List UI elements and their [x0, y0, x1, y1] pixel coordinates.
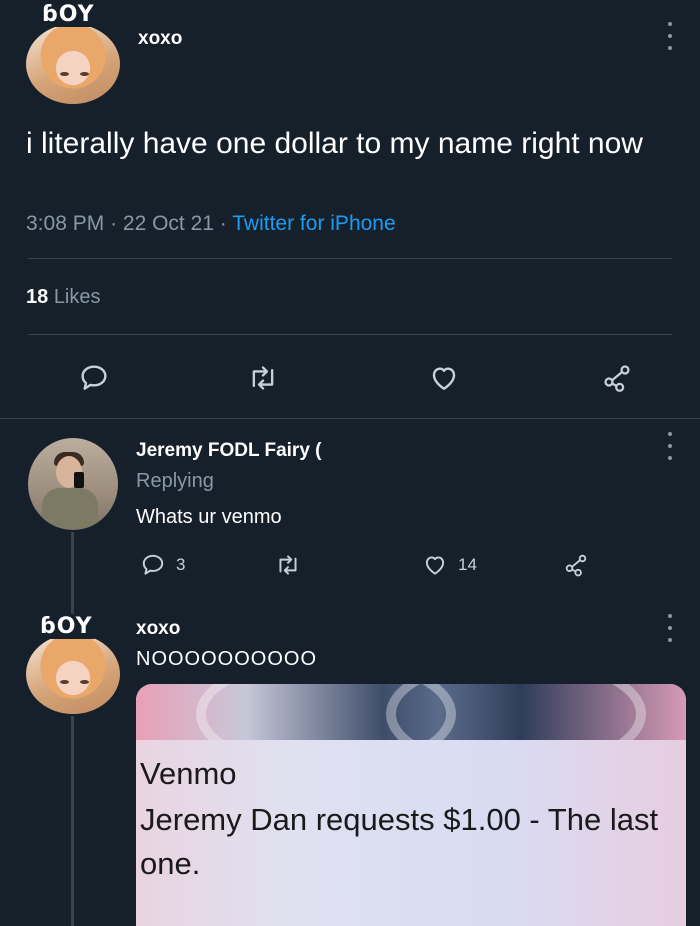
attached-image[interactable]: Venmo Jeremy Dan requests $1.00 - The la… [136, 684, 686, 926]
avatar-eye [80, 680, 89, 684]
like-icon [425, 556, 445, 575]
avatar-badge: ɓOY [34, 614, 99, 639]
reply-icon [142, 554, 164, 575]
notification-text: Jeremy Dan requests $1.00 - The last one… [140, 802, 659, 881]
separator: · [110, 212, 123, 235]
retweet-icon [252, 366, 274, 390]
tweet-date: 22 Oct 21 [122, 212, 214, 235]
avatar-eye [60, 72, 69, 76]
reply-text: Whats ur venmo [136, 506, 282, 528]
more-icon[interactable] [667, 432, 673, 460]
reply-icon [81, 365, 107, 390]
more-icon[interactable] [667, 22, 673, 50]
reply2-text: NOOOOOOOOOO [136, 648, 318, 670]
retweet-button[interactable] [274, 552, 302, 578]
tweet-source-link[interactable]: Twitter for iPhone [232, 212, 395, 235]
like-icon [432, 367, 456, 390]
reply-count: 3 [176, 555, 186, 574]
share-icon [565, 554, 587, 577]
avatar-body [42, 488, 98, 528]
divider [28, 334, 672, 335]
author-name[interactable]: xoxo [138, 28, 182, 50]
reply2-author-name[interactable]: xoxo [136, 618, 180, 640]
divider [28, 258, 672, 259]
avatar-badge: ɓOY [36, 2, 101, 27]
thread-line [71, 716, 74, 926]
likes-label: Likes [53, 286, 101, 308]
image-banner [136, 684, 686, 774]
share-icon [604, 365, 630, 392]
reply2-author-avatar[interactable] [26, 634, 120, 714]
retweet-button[interactable] [246, 362, 280, 394]
replying-to: Replying [136, 470, 214, 492]
avatar-eye [80, 72, 89, 76]
author-avatar[interactable] [26, 24, 120, 104]
share-button[interactable] [562, 552, 590, 578]
notification-title: Venmo [140, 756, 237, 791]
like-count: 14 [458, 555, 477, 574]
tweet-time: 3:08 PM [26, 212, 105, 235]
reply-button[interactable] [78, 362, 110, 394]
thread-line [71, 532, 74, 624]
reply-author-avatar[interactable] [28, 438, 118, 530]
divider [0, 418, 700, 419]
tweet-meta: 3:08 PM · 22 Oct 21 · Twitter for iPhone [26, 212, 396, 236]
retweet-icon [279, 555, 297, 575]
reply-button[interactable]: 3 [140, 552, 185, 578]
likes-count: 18 [26, 286, 49, 308]
share-button[interactable] [600, 362, 634, 394]
reply-author-name[interactable]: Jeremy FODL Fairy ( [136, 440, 322, 462]
more-icon[interactable] [667, 614, 673, 642]
avatar-eye [60, 680, 69, 684]
like-button[interactable] [428, 362, 460, 394]
avatar-phone [74, 472, 84, 488]
likes-count-link[interactable]: 18 Likes [26, 286, 101, 309]
tweet-text: i literally have one dollar to my name r… [26, 127, 643, 160]
separator: · [219, 212, 233, 235]
like-button[interactable]: 14 [422, 552, 477, 578]
